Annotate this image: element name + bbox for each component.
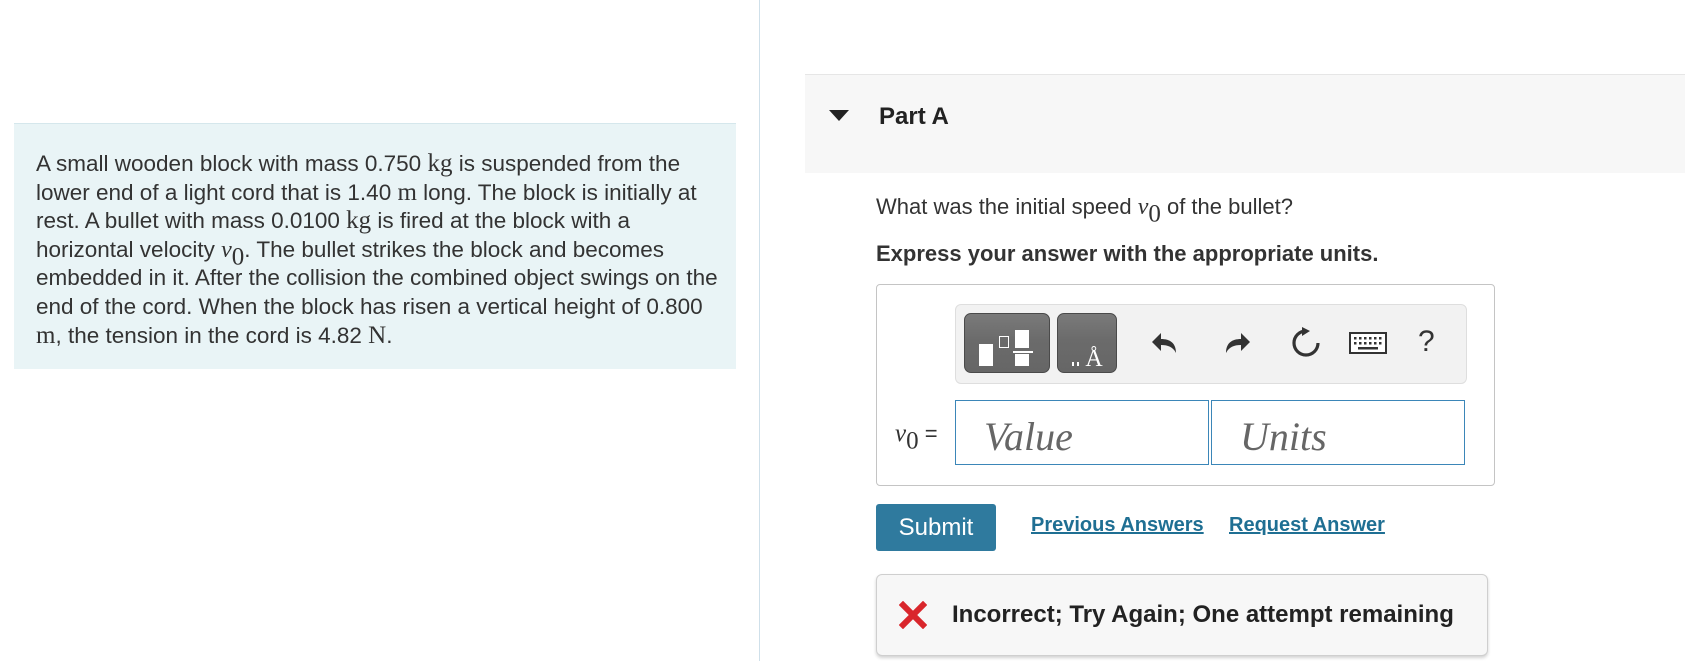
units-input[interactable] — [1211, 400, 1465, 465]
feedback-banner: Incorrect; Try Again; One attempt remain… — [876, 574, 1488, 656]
feedback-message: Incorrect; Try Again; One attempt remain… — [952, 601, 1454, 628]
velocity-subscript: 0 — [1148, 200, 1161, 228]
submit-button[interactable]: Submit — [876, 504, 996, 551]
problem-text-segment: . — [386, 322, 393, 348]
unit-kg: kg — [346, 207, 372, 235]
previous-answers-link[interactable]: Previous Answers — [1031, 514, 1204, 537]
math-toolbar: Å ? — [955, 304, 1467, 384]
part-a-header[interactable]: Part A — [805, 74, 1685, 173]
reset-icon — [1292, 327, 1320, 357]
unit-n: N — [368, 321, 387, 349]
velocity-symbol: v — [221, 236, 232, 263]
answer-box: Å ? v0 = Value Units — [876, 284, 1495, 486]
caret-down-icon[interactable] — [829, 110, 849, 121]
panel-divider — [759, 0, 760, 661]
help-icon: ? — [1418, 325, 1435, 358]
units-icon: Å — [1072, 346, 1103, 372]
page: A small wooden block with mass 0.750 kg … — [0, 0, 1685, 661]
incorrect-x-icon — [899, 601, 927, 629]
request-answer-link[interactable]: Request Answer — [1229, 514, 1385, 537]
units-button[interactable]: Å — [1057, 313, 1117, 373]
keyboard-button[interactable] — [1346, 323, 1390, 363]
problem-text-segment: , the tension in the cord is 4.82 — [55, 322, 369, 348]
answer-instruction: Express your answer with the appropriate… — [876, 241, 1379, 266]
unit-m: m — [36, 321, 56, 349]
question-text-segment: of the bullet? — [1160, 194, 1293, 219]
redo-icon — [1226, 333, 1250, 353]
problem-statement-text: A small wooden block with mass 0.750 kg … — [36, 150, 726, 350]
part-title: Part A — [879, 103, 949, 130]
problem-text-segment: A small wooden block with mass 0.750 — [36, 151, 428, 176]
velocity-subscript: 0 — [906, 427, 919, 455]
answer-variable-label: v0 = — [895, 420, 938, 454]
keyboard-icon — [1349, 332, 1387, 354]
unit-m: m — [397, 178, 417, 206]
templates-button[interactable] — [964, 313, 1050, 373]
undo-button[interactable] — [1146, 323, 1186, 363]
problem-statement-panel: A small wooden block with mass 0.750 kg … — [14, 123, 736, 369]
reset-button[interactable] — [1286, 323, 1326, 363]
svg-text:Å: Å — [1085, 346, 1103, 372]
help-button[interactable]: ? — [1418, 325, 1435, 359]
question-text-segment: What was the initial speed — [876, 194, 1138, 219]
equals-sign: = — [918, 421, 938, 446]
velocity-symbol: v — [895, 420, 907, 447]
redo-button[interactable] — [1216, 323, 1256, 363]
value-input[interactable] — [955, 400, 1209, 465]
question-text: What was the initial speed v0 of the bul… — [876, 194, 1293, 227]
velocity-symbol: v — [1137, 194, 1149, 220]
unit-kg: kg — [427, 150, 453, 177]
undo-icon — [1152, 333, 1176, 353]
